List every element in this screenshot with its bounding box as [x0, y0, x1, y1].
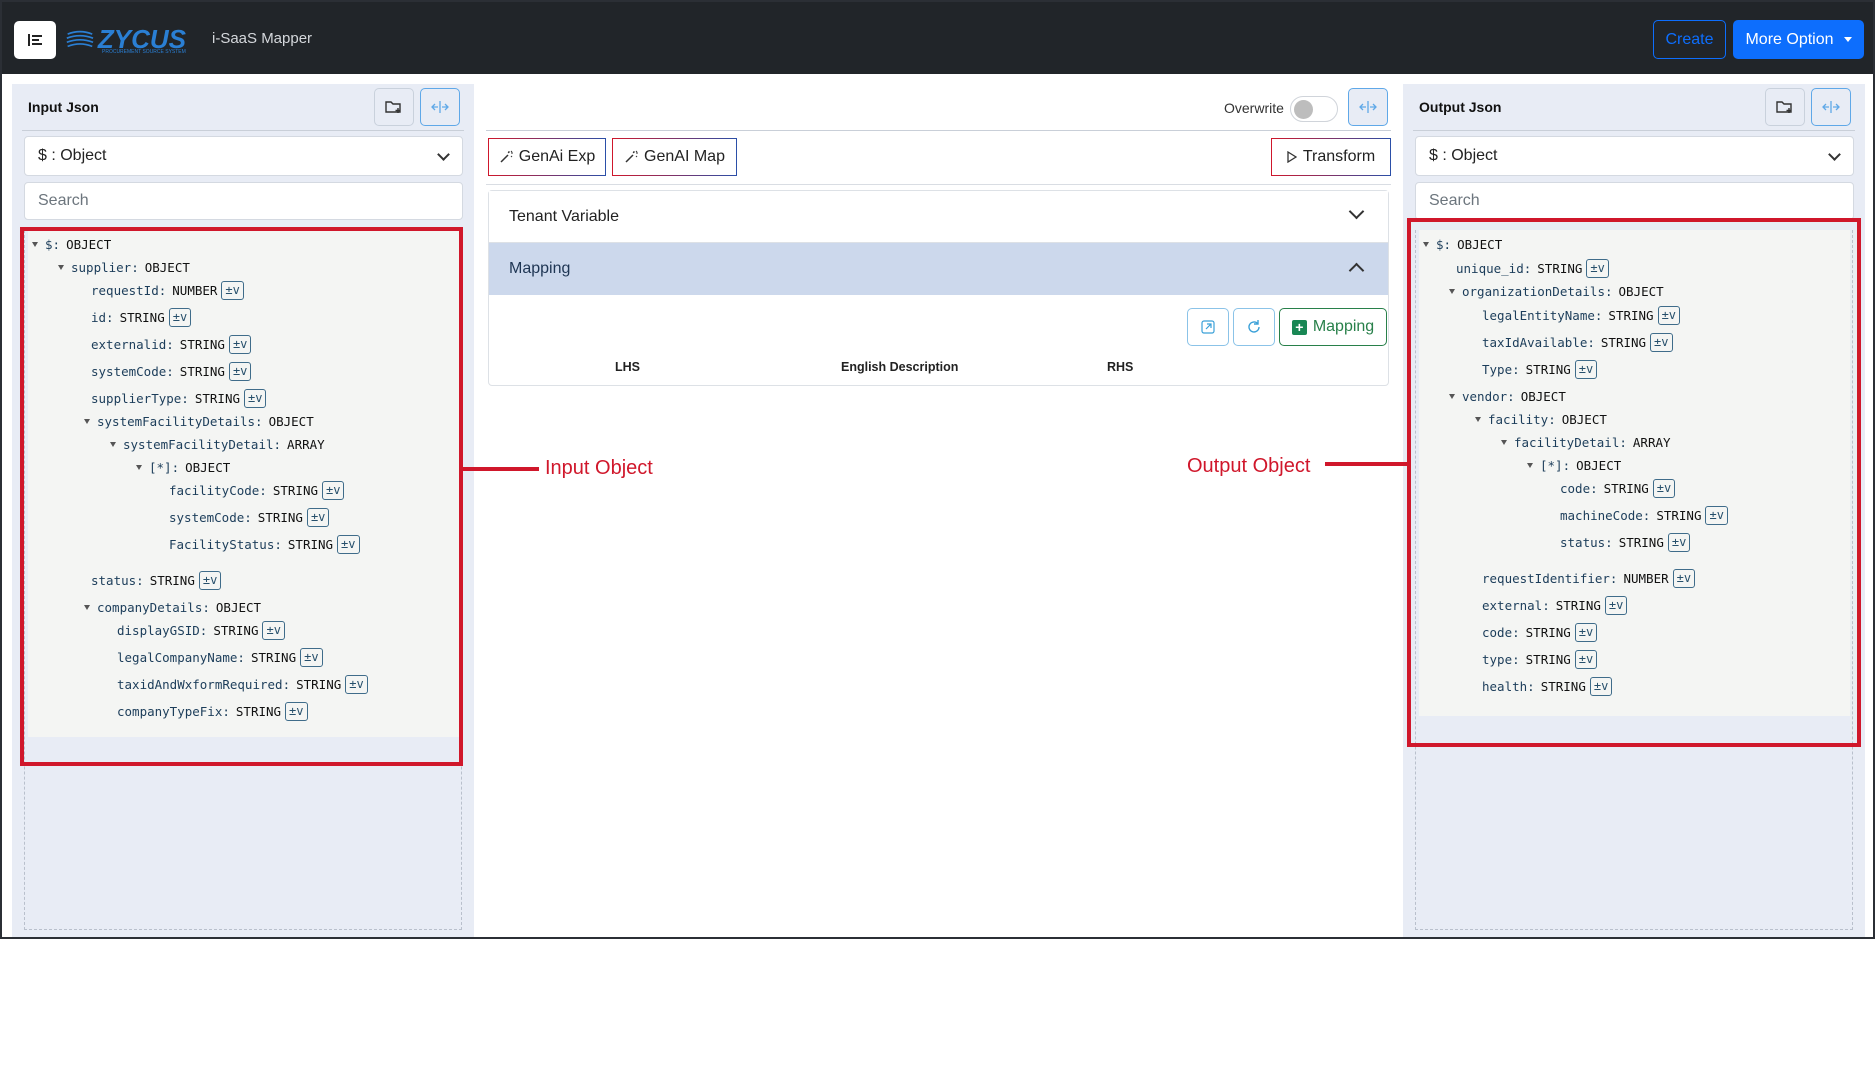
add-mapping-label: Mapping — [1312, 318, 1375, 335]
genai-map-label: GenAI Map — [644, 148, 725, 165]
split-arrows-icon — [1822, 101, 1840, 113]
top-bar: ZYCUS PROCUREMENT SOURCE SYSTEM i-SaaS M… — [2, 2, 1873, 74]
add-mapping-button[interactable]: + Mapping — [1279, 308, 1387, 346]
mapping-accordion: Tenant Variable Mapping + Mapping LHS En… — [488, 190, 1389, 386]
input-annotation-line — [463, 467, 539, 471]
mapping-panel: Overwrite GenAi Exp GenAI Map Transform … — [476, 84, 1401, 937]
split-arrows-icon — [1359, 101, 1377, 113]
output-annotation-line — [1325, 462, 1407, 466]
output-panel-title: Output Json — [1419, 99, 1502, 115]
output-root-select[interactable]: $ : Object — [1415, 136, 1854, 176]
app-window: ZYCUS PROCUREMENT SOURCE SYSTEM i-SaaS M… — [0, 0, 1875, 939]
play-icon — [1287, 151, 1297, 163]
zycus-logo: ZYCUS PROCUREMENT SOURCE SYSTEM — [66, 24, 186, 55]
input-object-highlight — [20, 227, 463, 766]
input-search-input[interactable] — [24, 182, 463, 220]
open-external-icon — [1201, 320, 1215, 334]
output-select-value: $ : Object — [1429, 147, 1498, 164]
input-root-select[interactable]: $ : Object — [24, 136, 463, 176]
add-folder-icon — [1776, 101, 1792, 113]
transform-label: Transform — [1302, 148, 1376, 165]
divider — [22, 130, 464, 131]
more-option-button[interactable]: More Option — [1733, 20, 1864, 59]
mapping-section-label: Mapping — [509, 260, 571, 277]
overwrite-label: Overwrite — [1224, 100, 1284, 116]
logo-subtitle: PROCUREMENT SOURCE SYSTEM — [102, 49, 186, 55]
genai-exp-button[interactable]: GenAi Exp — [488, 138, 606, 176]
plus-icon: + — [1291, 319, 1307, 335]
output-add-folder-button[interactable] — [1765, 88, 1805, 126]
tenant-variable-header[interactable]: Tenant Variable — [489, 191, 1388, 243]
app-title: i-SaaS Mapper — [212, 30, 313, 47]
column-header-rhs: RHS — [1107, 360, 1134, 374]
refresh-button[interactable] — [1233, 308, 1275, 346]
refresh-icon — [1248, 320, 1260, 333]
toggle-knob — [1294, 100, 1313, 119]
chevron-down-icon — [1828, 148, 1841, 161]
divider — [486, 130, 1391, 131]
column-header-description: English Description — [841, 360, 959, 374]
create-button[interactable]: Create — [1653, 20, 1726, 59]
magic-wand-icon — [500, 150, 513, 163]
overwrite-toggle[interactable] — [1290, 96, 1338, 122]
caret-down-icon — [1843, 37, 1852, 42]
input-collapse-button[interactable] — [420, 88, 460, 126]
chevron-down-icon — [437, 148, 450, 161]
output-search-input[interactable] — [1415, 182, 1854, 220]
output-object-annotation: Output Object — [1187, 455, 1311, 477]
output-object-highlight — [1407, 218, 1861, 747]
chevron-down-icon — [1348, 203, 1365, 220]
column-header-lhs: LHS — [615, 360, 640, 374]
genai-exp-label: GenAi Exp — [518, 148, 596, 165]
input-panel-title: Input Json — [28, 99, 99, 115]
magic-wand-icon — [625, 150, 639, 163]
input-select-value: $ : Object — [38, 147, 107, 164]
menu-toggle-button[interactable] — [14, 21, 56, 59]
divider — [1413, 130, 1855, 131]
split-arrows-icon — [431, 101, 449, 113]
input-object-annotation: Input Object — [545, 457, 653, 479]
mapping-expand-button[interactable] — [1348, 88, 1388, 126]
add-folder-icon — [385, 101, 401, 113]
logo-mark-icon — [66, 30, 94, 48]
tenant-variable-label: Tenant Variable — [509, 208, 619, 225]
transform-button[interactable]: Transform — [1271, 138, 1391, 176]
more-option-label: More Option — [1745, 30, 1834, 48]
input-add-folder-button[interactable] — [374, 88, 414, 126]
mapping-section-header[interactable]: Mapping — [489, 243, 1388, 295]
genai-map-button[interactable]: GenAI Map — [612, 138, 737, 176]
output-collapse-button[interactable] — [1811, 88, 1851, 126]
open-external-button[interactable] — [1187, 308, 1229, 346]
menu-icon — [28, 34, 42, 46]
divider — [486, 184, 1391, 185]
chevron-up-icon — [1348, 262, 1365, 279]
